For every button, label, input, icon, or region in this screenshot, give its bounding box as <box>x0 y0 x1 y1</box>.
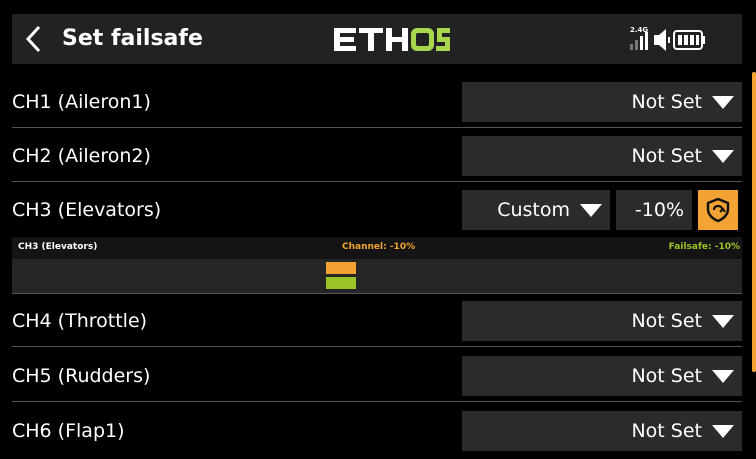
caret-down-icon <box>712 314 734 328</box>
channel-row-ch1: CH1 (Aileron1) Not Set <box>12 76 742 128</box>
row-divider <box>12 181 742 182</box>
speaker-icon <box>654 29 670 51</box>
output-bar <box>12 259 742 293</box>
set-current-button[interactable] <box>698 190 738 230</box>
output-panel-header: CH3 (Elevators) Channel: -10% Failsafe: … <box>12 237 742 259</box>
channel-row-ch6: CH6 (Flap1) Not Set <box>12 405 742 457</box>
failsafe-marker <box>325 277 356 289</box>
caret-down-icon <box>580 203 602 217</box>
status-icons: 2.4G <box>630 26 705 51</box>
battery-icon <box>673 30 705 50</box>
scrollbar[interactable] <box>752 72 756 372</box>
dropdown-value: Not Set <box>631 420 702 442</box>
row-divider <box>12 127 742 128</box>
header-bar: Set failsafe 2.4G <box>12 14 742 64</box>
channel-marker <box>325 262 356 274</box>
channel-label: CH4 (Throttle) <box>12 310 148 332</box>
channel-label: CH5 (Rudders) <box>12 365 151 387</box>
row-divider <box>12 293 742 294</box>
failsafe-mode-dropdown[interactable]: Not Set <box>462 82 742 122</box>
dropdown-value: Custom <box>497 199 570 221</box>
channel-label: CH3 (Elevators) <box>12 199 162 221</box>
failsafe-value-field[interactable]: -10% <box>616 190 692 230</box>
channel-row-ch4: CH4 (Throttle) Not Set <box>12 295 742 347</box>
channel-label: CH1 (Aileron1) <box>12 91 151 113</box>
failsafe-mode-dropdown[interactable]: Custom <box>462 190 610 230</box>
channel-row-ch5: CH5 (Rudders) Not Set <box>12 350 742 402</box>
chevron-left-icon <box>25 25 41 53</box>
row-divider <box>12 346 742 347</box>
caret-down-icon <box>712 95 734 109</box>
channel-row-ch2: CH2 (Aileron2) Not Set <box>12 130 742 182</box>
channel-label: CH2 (Aileron2) <box>12 145 151 167</box>
channel-output-panel: CH3 (Elevators) Channel: -10% Failsafe: … <box>12 237 742 294</box>
channel-value-label: Channel: -10% <box>342 242 416 252</box>
dropdown-value: Not Set <box>631 365 702 387</box>
failsafe-value-label: Failsafe: -10% <box>668 242 740 252</box>
failsafe-mode-dropdown[interactable]: Not Set <box>462 356 742 396</box>
dropdown-value: Not Set <box>631 91 702 113</box>
channel-label: CH6 (Flap1) <box>12 420 125 442</box>
dropdown-value: Not Set <box>631 310 702 332</box>
signal-strength-icon <box>630 32 648 50</box>
failsafe-mode-dropdown[interactable]: Not Set <box>462 411 742 451</box>
failsafe-screen: Set failsafe 2.4G CH1 (Aileron1) Not Set… <box>0 0 756 459</box>
dropdown-value: Not Set <box>631 145 702 167</box>
caret-down-icon <box>712 424 734 438</box>
back-button[interactable] <box>12 14 56 64</box>
failsafe-mode-dropdown[interactable]: Not Set <box>462 301 742 341</box>
output-channel-name: CH3 (Elevators) <box>18 242 98 252</box>
failsafe-mode-dropdown[interactable]: Not Set <box>462 136 742 176</box>
row-divider <box>12 401 742 402</box>
channel-row-ch3: CH3 (Elevators) Custom -10% <box>12 184 742 236</box>
page-title: Set failsafe <box>62 26 203 51</box>
ethos-logo <box>334 28 450 51</box>
caret-down-icon <box>712 149 734 163</box>
shield-icon <box>706 197 730 223</box>
caret-down-icon <box>712 369 734 383</box>
